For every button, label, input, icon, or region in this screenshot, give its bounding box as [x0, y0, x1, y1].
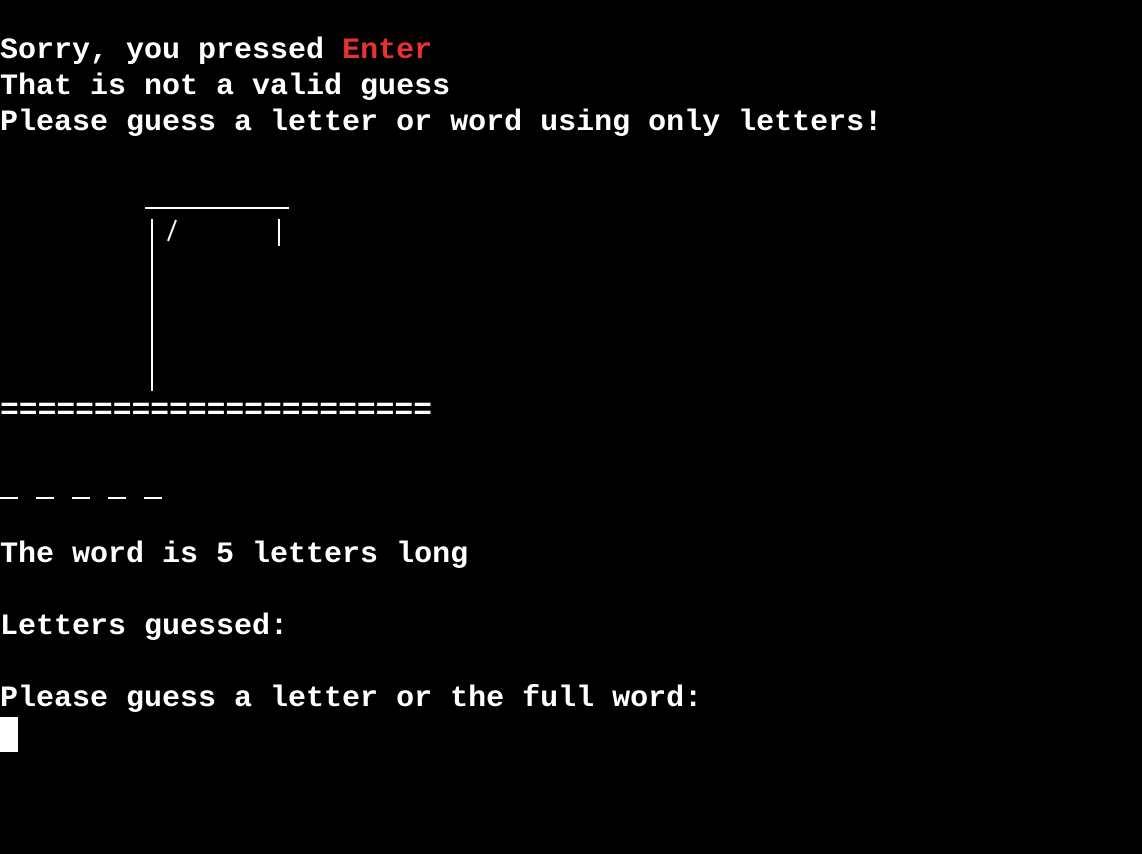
word-blank: [108, 497, 126, 499]
gallows: =======================: [0, 207, 432, 428]
terminal: Sorry, you pressed Enter That is not a v…: [0, 0, 1142, 854]
word-blank: [144, 497, 162, 499]
input-cursor[interactable]: [0, 717, 18, 752]
word-blank: [0, 497, 18, 499]
word-length-line: The word is 5 letters long: [0, 538, 469, 572]
guess-prompt: Please guess a letter or the full word:: [0, 682, 703, 716]
word-blank: [36, 497, 54, 499]
gallows-ground: =======================: [0, 394, 432, 428]
gallows-brace: [167, 219, 177, 242]
word-blank: [72, 497, 90, 499]
letters-guessed-line: Letters guessed:: [0, 609, 306, 645]
letters-guessed-label: Letters guessed:: [0, 610, 289, 644]
